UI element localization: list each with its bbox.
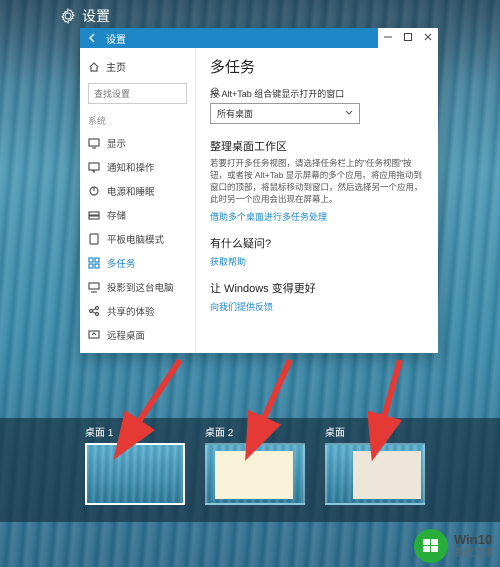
settings-window: 设置 主页 系统 显示 通知和操作 [80, 28, 438, 353]
multitask-icon [88, 257, 100, 269]
storage-icon [88, 209, 100, 221]
task-view-bar: 桌面 1 桌面 2 桌面 [0, 418, 500, 522]
virtual-desktop-1[interactable]: 桌面 1 [85, 424, 185, 522]
sidebar-item-tablet[interactable]: 平板电脑模式 [80, 227, 195, 251]
content-pane: 多任务 按 Alt+Tab 组合键显示打开的窗口 所有桌面 整理桌面工作区 若要… [196, 48, 438, 353]
sidebar-item-display[interactable]: 显示 [80, 131, 195, 155]
arrange-title: 整理桌面工作区 [210, 138, 424, 154]
sidebar-home[interactable]: 主页 [80, 54, 195, 79]
home-icon [88, 61, 100, 73]
sidebar-item-shared[interactable]: 共享的体验 [80, 299, 195, 323]
title-bar[interactable]: 设置 [80, 28, 438, 48]
window-title: 设置 [106, 31, 126, 46]
project-icon [88, 281, 100, 293]
virtual-desktop-thumb[interactable] [85, 443, 185, 505]
sidebar-item-label: 平板电脑模式 [107, 232, 164, 246]
virtual-desktop-label: 桌面 [325, 424, 425, 439]
alt-tab-select[interactable]: 所有桌面 [210, 103, 360, 124]
minimize-button[interactable] [378, 28, 398, 46]
sidebar-item-label: 电源和睡眠 [107, 184, 155, 198]
improve-title: 让 Windows 变得更好 [210, 280, 424, 296]
sidebar-item-power[interactable]: 电源和睡眠 [80, 179, 195, 203]
share-icon [88, 305, 100, 317]
arrange-desc: 若要打开多任务视图，请选择任务栏上的"任务视图"按钮，或者按 Alt+Tab 显… [210, 158, 424, 206]
question-title: 有什么疑问? [210, 235, 424, 251]
watermark-logo [414, 529, 448, 563]
background-window-title: 设置 [60, 6, 110, 26]
close-button[interactable] [418, 28, 438, 46]
tablet-icon [88, 233, 100, 245]
remote-icon [88, 329, 100, 341]
power-icon [88, 185, 100, 197]
gear-icon [60, 8, 76, 24]
watermark: Win10 系统之家 [414, 529, 494, 563]
question-link[interactable]: 获取帮助 [210, 255, 424, 268]
sidebar-item-multitask[interactable]: 多任务 [80, 251, 195, 275]
virtual-desktop-thumb[interactable] [325, 443, 425, 505]
display-icon [88, 137, 100, 149]
notifications-icon [88, 161, 100, 173]
sidebar-item-notifications[interactable]: 通知和操作 [80, 155, 195, 179]
sidebar: 主页 系统 显示 通知和操作 电源和睡眠 存储 [80, 48, 196, 353]
alt-tab-label: 按 Alt+Tab 组合键显示打开的窗口 [210, 87, 424, 100]
virtual-desktop-label: 桌面 2 [205, 424, 305, 439]
back-button[interactable] [84, 29, 102, 47]
sidebar-item-label: 远程桌面 [107, 328, 145, 342]
improve-link[interactable]: 向我们提供反馈 [210, 300, 424, 313]
virtual-desktop-3[interactable]: 桌面 [325, 424, 425, 522]
alt-tab-value: 所有桌面 [217, 107, 253, 120]
sidebar-item-label: 存储 [107, 208, 126, 222]
watermark-big: Win10 [454, 533, 494, 547]
chevron-down-icon [345, 109, 353, 119]
watermark-small: 系统之家 [454, 548, 494, 559]
sidebar-home-label: 主页 [106, 59, 126, 74]
sidebar-item-storage[interactable]: 存储 [80, 203, 195, 227]
sidebar-item-label: 显示 [107, 136, 126, 150]
nav-group-label: 系统 [80, 110, 195, 131]
search-input[interactable] [94, 89, 211, 99]
sidebar-item-label: 投影到这台电脑 [107, 280, 174, 294]
search-box[interactable] [88, 83, 187, 104]
virtual-desktop-thumb[interactable] [205, 443, 305, 505]
sidebar-item-label: 共享的体验 [107, 304, 155, 318]
maximize-button[interactable] [398, 28, 418, 46]
sidebar-item-project[interactable]: 投影到这台电脑 [80, 275, 195, 299]
sidebar-item-remote[interactable]: 远程桌面 [80, 323, 195, 347]
page-title: 多任务 [210, 56, 424, 77]
virtual-desktop-label: 桌面 1 [85, 424, 185, 439]
sidebar-item-label: 多任务 [107, 256, 136, 270]
virtual-desktop-2[interactable]: 桌面 2 [205, 424, 305, 522]
arrange-link[interactable]: 借助多个桌面进行多任务处理 [210, 210, 424, 223]
sidebar-item-label: 通知和操作 [107, 160, 155, 174]
